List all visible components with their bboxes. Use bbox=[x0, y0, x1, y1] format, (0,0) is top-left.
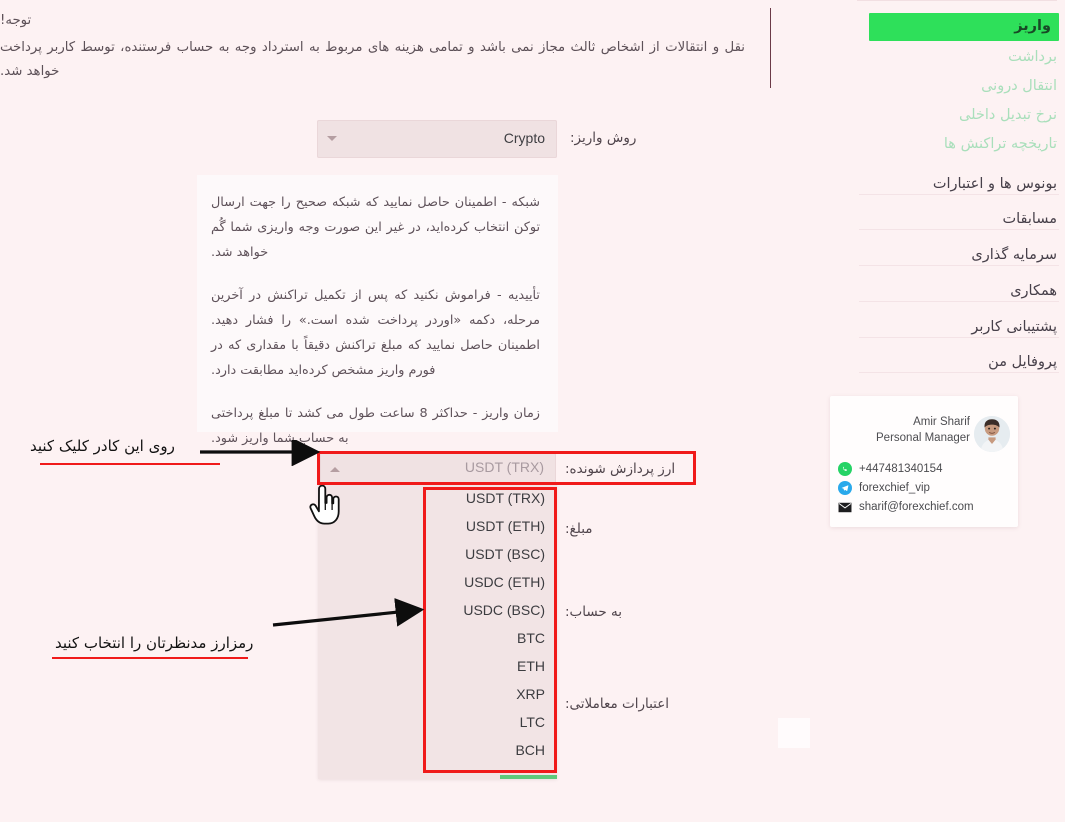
instruction-confirmation: تأییدیه - فراموش نکنید که پس از تکمیل تر… bbox=[211, 287, 540, 378]
processed-currency-select[interactable]: USDT (TRX) bbox=[320, 453, 556, 484]
manager-role: Personal Manager bbox=[876, 431, 970, 444]
sidebar-item-deposit[interactable]: واریز bbox=[869, 13, 1059, 41]
currency-option[interactable]: XRP bbox=[421, 680, 557, 708]
sidebar-item-investment[interactable]: سرمایه گذاری bbox=[867, 239, 1065, 272]
faint-white-box bbox=[778, 718, 810, 748]
pointing-hand-cursor bbox=[309, 485, 340, 525]
notice-vertical-divider bbox=[770, 8, 771, 88]
email-icon bbox=[838, 500, 852, 514]
callout-underline-2 bbox=[52, 657, 248, 659]
sidebar-item-my-profile[interactable]: پروفایل من bbox=[867, 346, 1065, 379]
click-this-box-callout: روی این کادر کلیک کنید bbox=[30, 437, 175, 455]
whatsapp-icon bbox=[838, 462, 852, 476]
currency-option[interactable]: ETH bbox=[421, 652, 557, 680]
sidebar-item-label: تاریخچه تراکنش ها bbox=[943, 136, 1057, 152]
currency-option[interactable]: USDT (TRX) bbox=[421, 484, 557, 512]
sidebar-item-label: واریز bbox=[1014, 18, 1051, 34]
amount-label: مبلغ: bbox=[565, 521, 593, 537]
select-your-crypto-callout: رمزارز مدنظرتان را انتخاب کنید bbox=[55, 634, 254, 652]
notice-title: توجه! bbox=[0, 13, 32, 28]
manager-email: sharif@forexchief.com bbox=[859, 501, 974, 513]
sidebar-item-label: سرمایه گذاری bbox=[971, 247, 1057, 263]
notice-block: توجه! نقل و انتقالات از اشخاص ثالث مجاز … bbox=[0, 9, 745, 85]
sidebar-divider bbox=[859, 229, 1059, 230]
sidebar-item-label: انتقال درونی bbox=[981, 78, 1057, 94]
deposit-method-select[interactable]: Crypto bbox=[317, 120, 557, 158]
contact-email[interactable]: sharif@forexchief.com bbox=[838, 500, 1010, 514]
sidebar-item-partnership[interactable]: همکاری bbox=[867, 275, 1065, 308]
manager-telegram: forexchief_vip bbox=[859, 482, 930, 494]
sidebar-item-transaction-history[interactable]: تاریخچه تراکنش ها bbox=[867, 131, 1065, 159]
deposit-method-label: روش واریز: bbox=[570, 130, 637, 146]
instruction-network: شبکه - اطمینان حاصل نمایید که شبکه صحیح … bbox=[211, 195, 540, 260]
sidebar-divider bbox=[859, 337, 1059, 338]
sidebar-item-label: مسابقات bbox=[1002, 211, 1057, 227]
processed-currency-value: USDT (TRX) bbox=[464, 459, 544, 475]
sidebar-item-contests[interactable]: مسابقات bbox=[867, 203, 1065, 236]
callout-arrow-2 bbox=[272, 597, 425, 627]
contact-telegram[interactable]: forexchief_vip bbox=[838, 481, 1010, 495]
sidebar-divider bbox=[859, 265, 1059, 266]
chevron-down-icon bbox=[327, 136, 337, 141]
callout-underline-1 bbox=[40, 463, 220, 465]
sidebar-item-label: همکاری bbox=[1010, 283, 1057, 299]
sidebar-item-user-support[interactable]: پشتیبانی کاربر bbox=[867, 311, 1065, 344]
sidebar-item-internal-exchange-rate[interactable]: نرخ تبدیل داخلی bbox=[867, 102, 1065, 130]
currency-option[interactable]: BCH bbox=[421, 736, 557, 764]
sidebar-item-internal-transfer[interactable]: انتقال درونی bbox=[867, 73, 1065, 101]
telegram-icon bbox=[838, 481, 852, 495]
sidebar-item-label: پروفایل من bbox=[988, 354, 1057, 370]
instructions-panel: شبکه - اطمینان حاصل نمایید که شبکه صحیح … bbox=[197, 175, 558, 446]
processed-currency-label: ارز پردازش شونده: bbox=[565, 461, 676, 477]
sidebar-item-withdrawal[interactable]: برداشت bbox=[867, 44, 1065, 72]
currency-option[interactable]: USDC (BSC) bbox=[421, 596, 557, 624]
sidebar-top-divider bbox=[857, 0, 1057, 1]
sidebar-item-label: برداشت bbox=[1008, 49, 1057, 65]
sidebar-item-label: نرخ تبدیل داخلی bbox=[959, 107, 1057, 123]
trading-credits-label: اعتبارات معاملاتی: bbox=[565, 696, 670, 712]
chevron-up-icon bbox=[330, 467, 340, 472]
deposit-method-value: Crypto bbox=[503, 130, 545, 146]
sidebar-item-bonuses-and-credits[interactable]: بونوس ها و اعتبارات bbox=[867, 168, 1065, 201]
sidebar-divider bbox=[859, 372, 1059, 373]
to-account-label: به حساب: bbox=[565, 604, 623, 620]
manager-phone: +447481340154 bbox=[859, 463, 943, 475]
currency-option[interactable]: USDT (BSC) bbox=[421, 540, 557, 568]
sidebar-divider bbox=[859, 301, 1059, 302]
avatar bbox=[974, 416, 1010, 452]
currency-option[interactable]: USDC (ETH) bbox=[421, 568, 557, 596]
sidebar-item-label: بونوس ها و اعتبارات bbox=[932, 176, 1057, 192]
currency-option-list: USDT (TRX) USDT (ETH) USDT (BSC) USDC (E… bbox=[421, 484, 557, 764]
sidebar-divider bbox=[859, 194, 1059, 195]
personal-manager-card: Amir Sharif Personal Manager +4474813401… bbox=[830, 396, 1018, 527]
callout-arrow-1 bbox=[200, 440, 321, 466]
sidebar-item-label: پشتیبانی کاربر bbox=[971, 319, 1057, 335]
notice-body: نقل و انتقالات از اشخاص ثالث مجاز نمی با… bbox=[0, 39, 745, 80]
green-accent-bar bbox=[500, 775, 557, 779]
contact-whatsapp[interactable]: +447481340154 bbox=[838, 462, 1010, 476]
manager-name: Amir Sharif bbox=[913, 416, 970, 428]
currency-option[interactable]: BTC bbox=[421, 624, 557, 652]
currency-option[interactable]: LTC bbox=[421, 708, 557, 736]
currency-option[interactable]: USDT (ETH) bbox=[421, 512, 557, 540]
manager-identity: Amir Sharif Personal Manager bbox=[850, 415, 970, 446]
